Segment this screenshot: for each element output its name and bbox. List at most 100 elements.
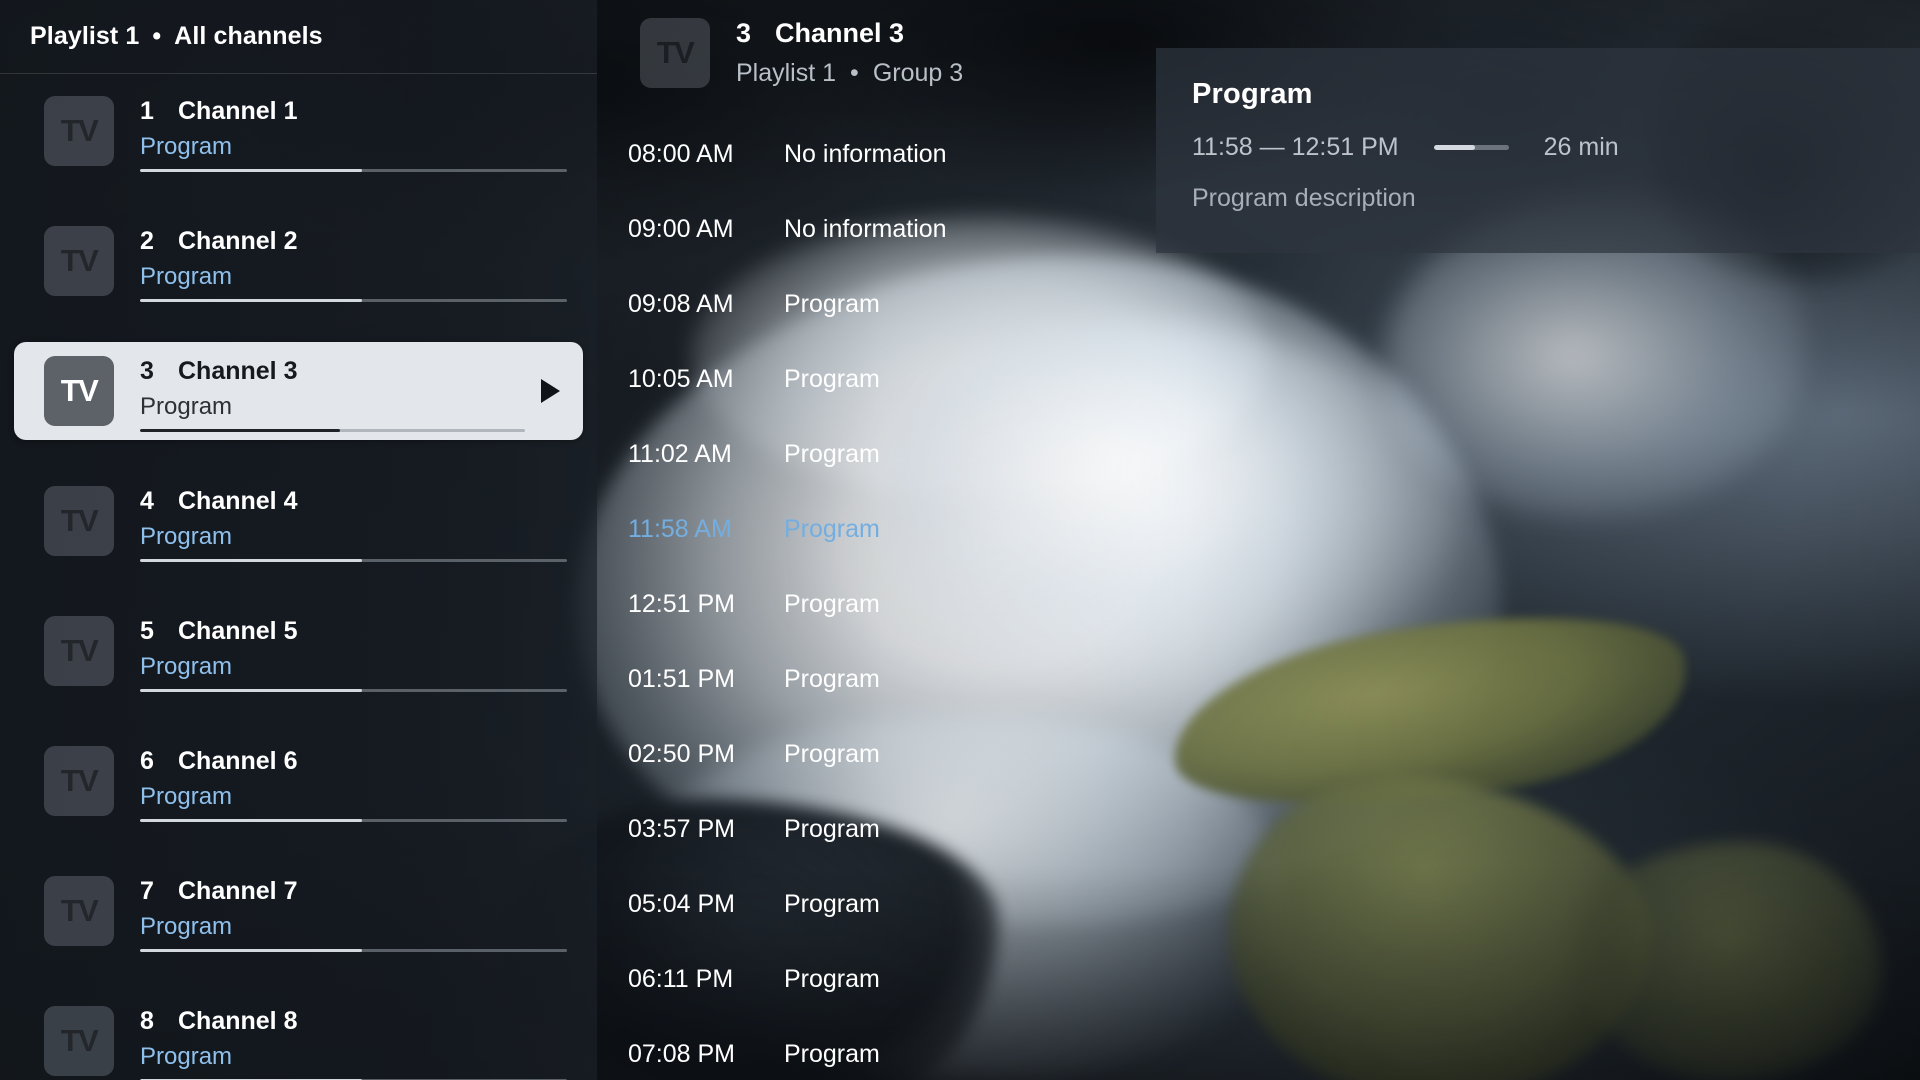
subtitle-bullet-separator: • <box>850 59 859 87</box>
channel-row-body: 5 Channel 5 Program <box>140 616 567 692</box>
schedule-row[interactable]: 02:50 PM Program <box>628 740 1188 815</box>
channel-progress-bar <box>140 299 567 302</box>
schedule-program-name: Program <box>784 665 880 693</box>
channel-row-body: 7 Channel 7 Program <box>140 876 567 952</box>
channel-current-program: Program <box>140 523 233 550</box>
schedule-time: 09:00 AM <box>628 215 734 243</box>
tv-logo-text: TV <box>60 893 99 928</box>
channel-row[interactable]: TV 3 Channel 3 Program <box>14 342 583 440</box>
now-playing-group: Group 3 <box>872 59 964 87</box>
channel-logo-icon: TV <box>44 1006 114 1076</box>
schedule-program-name: Program <box>784 965 880 993</box>
schedule-row[interactable]: 09:08 AM Program <box>628 290 1188 365</box>
channel-logo-icon: TV <box>640 18 710 88</box>
program-info-panel: Program 11:58 — 12:51 PM 26 min Program … <box>1156 48 1920 253</box>
channel-title: 3 Channel 3 <box>140 357 525 386</box>
channel-current-program: Program <box>140 913 233 940</box>
schedule-row[interactable]: 11:02 AM Program <box>628 440 1188 515</box>
schedule-row[interactable]: 06:11 PM Program <box>628 965 1188 1040</box>
schedule-row[interactable]: 01:51 PM Program <box>628 665 1188 740</box>
schedule-row[interactable]: 05:04 PM Program <box>628 890 1188 965</box>
schedule-row[interactable]: 07:08 PM Program <box>628 1040 1188 1080</box>
channel-row[interactable]: TV 2 Channel 2 Program <box>14 212 583 310</box>
tv-logo-text: TV <box>60 763 99 798</box>
tv-logo-text: TV <box>60 503 99 538</box>
program-progress-bar <box>1433 145 1509 150</box>
schedule-row[interactable]: 09:00 AM No information <box>628 215 1188 290</box>
channel-row-body: 8 Channel 8 Program <box>140 1006 567 1080</box>
schedule-program-name: No information <box>784 215 947 243</box>
app-root: Playlist 1 • All channels TV 1 Channel 1 Pr… <box>0 0 1920 1080</box>
channel-row[interactable]: TV 6 Channel 6 Program <box>14 732 583 830</box>
schedule-program-name: Program <box>784 440 880 468</box>
program-info-description: Program description <box>1192 184 1416 212</box>
channel-logo-icon: TV <box>44 96 114 166</box>
playlist-header: Playlist 1 • All channels <box>0 0 597 74</box>
channel-number: 3 <box>140 357 154 385</box>
channel-progress-bar <box>140 689 567 692</box>
now-playing-subtitle: Playlist 1 • Group 3 <box>736 59 963 88</box>
channel-progress-bar <box>140 169 567 172</box>
now-playing-playlist: Playlist 1 <box>736 59 837 87</box>
channel-name: Channel 4 <box>178 487 298 515</box>
channel-number: 7 <box>140 877 154 905</box>
playlist-name: Playlist 1 <box>30 22 140 50</box>
schedule-row[interactable]: 08:00 AM No information <box>628 140 1188 215</box>
tv-logo-text: TV <box>60 113 99 148</box>
channel-name: Channel 5 <box>178 617 298 645</box>
schedule-time: 06:11 PM <box>628 965 734 993</box>
channel-row[interactable]: TV 7 Channel 7 Program <box>14 862 583 960</box>
channel-number: 6 <box>140 747 154 775</box>
channel-logo-icon: TV <box>44 746 114 816</box>
program-schedule-list[interactable]: 08:00 AM No information 09:00 AM No informa… <box>628 140 1188 1080</box>
channel-row-body: 2 Channel 2 Program <box>140 226 567 302</box>
channel-logo-icon: TV <box>44 486 114 556</box>
channel-progress-bar <box>140 949 567 952</box>
channel-progress-bar <box>140 429 525 432</box>
now-playing-title: 3 Channel 3 <box>736 18 963 49</box>
play-arrow-icon[interactable] <box>539 378 561 404</box>
tv-logo-text: TV <box>60 243 99 278</box>
channel-logo-icon: TV <box>44 356 114 426</box>
tv-logo-text: TV <box>60 633 99 668</box>
channel-row[interactable]: TV 1 Channel 1 Program <box>14 82 583 180</box>
schedule-program-name: Program <box>784 365 880 393</box>
schedule-time: 11:58 AM <box>628 515 732 543</box>
channel-title: 4 Channel 4 <box>140 487 567 516</box>
channel-title: 2 Channel 2 <box>140 227 567 256</box>
channel-list[interactable]: TV 1 Channel 1 Program TV 2 Channel 2 Program TV… <box>0 74 597 1080</box>
now-playing-number: 3 <box>736 18 752 48</box>
channel-current-program: Program <box>140 1043 233 1070</box>
schedule-time: 03:57 PM <box>628 815 736 843</box>
channel-number: 2 <box>140 227 154 255</box>
channel-row[interactable]: TV 8 Channel 8 Program <box>14 992 583 1080</box>
channel-number: 8 <box>140 1007 154 1035</box>
channel-row[interactable]: TV 4 Channel 4 Program <box>14 472 583 570</box>
channel-current-program: Program <box>140 783 233 810</box>
channel-logo-icon: TV <box>44 616 114 686</box>
channel-title: 7 Channel 7 <box>140 877 567 906</box>
channel-number: 1 <box>140 97 154 125</box>
channel-progress-bar <box>140 819 567 822</box>
schedule-time: 08:00 AM <box>628 140 734 168</box>
schedule-program-name: No information <box>784 140 947 168</box>
schedule-program-name: Program <box>784 815 880 843</box>
channel-number: 4 <box>140 487 154 515</box>
channel-row-body: 4 Channel 4 Program <box>140 486 567 562</box>
channel-name: Channel 1 <box>178 97 298 125</box>
schedule-row[interactable]: 03:57 PM Program <box>628 815 1188 890</box>
header-bullet-separator: • <box>152 22 162 50</box>
channel-name: Channel 6 <box>178 747 298 775</box>
schedule-row[interactable]: 10:05 AM Program <box>628 365 1188 440</box>
channel-row-body: 1 Channel 1 Program <box>140 96 567 172</box>
schedule-row[interactable]: 12:51 PM Program <box>628 590 1188 665</box>
tv-logo-text: TV <box>60 373 99 408</box>
schedule-row[interactable]: 11:58 AM Program <box>628 515 1188 590</box>
channel-row-body: 6 Channel 6 Program <box>140 746 567 822</box>
channel-logo-icon: TV <box>44 876 114 946</box>
channel-current-program: Program <box>140 263 233 290</box>
channel-row[interactable]: TV 5 Channel 5 Program <box>14 602 583 700</box>
program-info-times: 11:58 — 12:51 PM <box>1192 133 1399 161</box>
schedule-program-name: Program <box>784 290 880 318</box>
program-info-title: Program <box>1192 78 1313 110</box>
